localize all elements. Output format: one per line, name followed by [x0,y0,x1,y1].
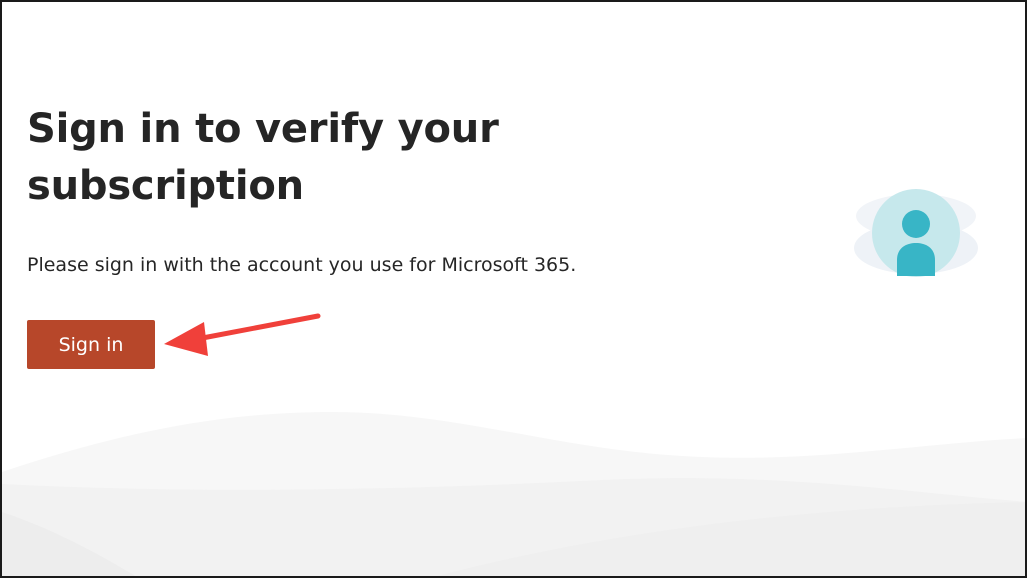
background-waves [2,412,1025,576]
user-avatar-illustration [854,186,978,282]
page-title: Sign in to verify your subscription [27,106,499,209]
sign-in-button[interactable]: Sign in [27,320,155,369]
sign-in-page: Sign in to verify your subscription Plea… [0,0,1027,578]
page-subtitle: Please sign in with the account you use … [27,254,577,276]
user-avatar-icon [854,189,978,277]
